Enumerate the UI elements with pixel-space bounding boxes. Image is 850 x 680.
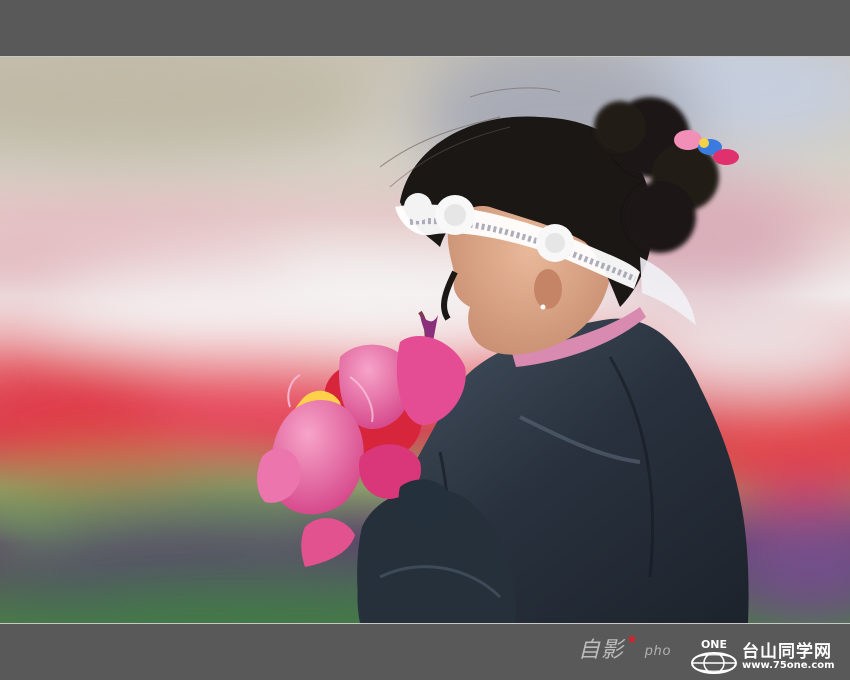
photo-watermark-text: pho (645, 642, 672, 658)
logo-text: ONE (701, 638, 727, 651)
signature-text: 自影 (578, 638, 625, 663)
globe-logo-icon: ONE (691, 638, 737, 674)
photo (0, 57, 850, 623)
site-name: 台山同学网 (742, 642, 832, 662)
site-url: www.75one.com (742, 660, 835, 671)
red-star-icon (627, 634, 637, 644)
photo-frame: 自影 pho ONE 台山同学网 www.75one.com (0, 0, 850, 680)
photo-illustration (0, 57, 850, 623)
